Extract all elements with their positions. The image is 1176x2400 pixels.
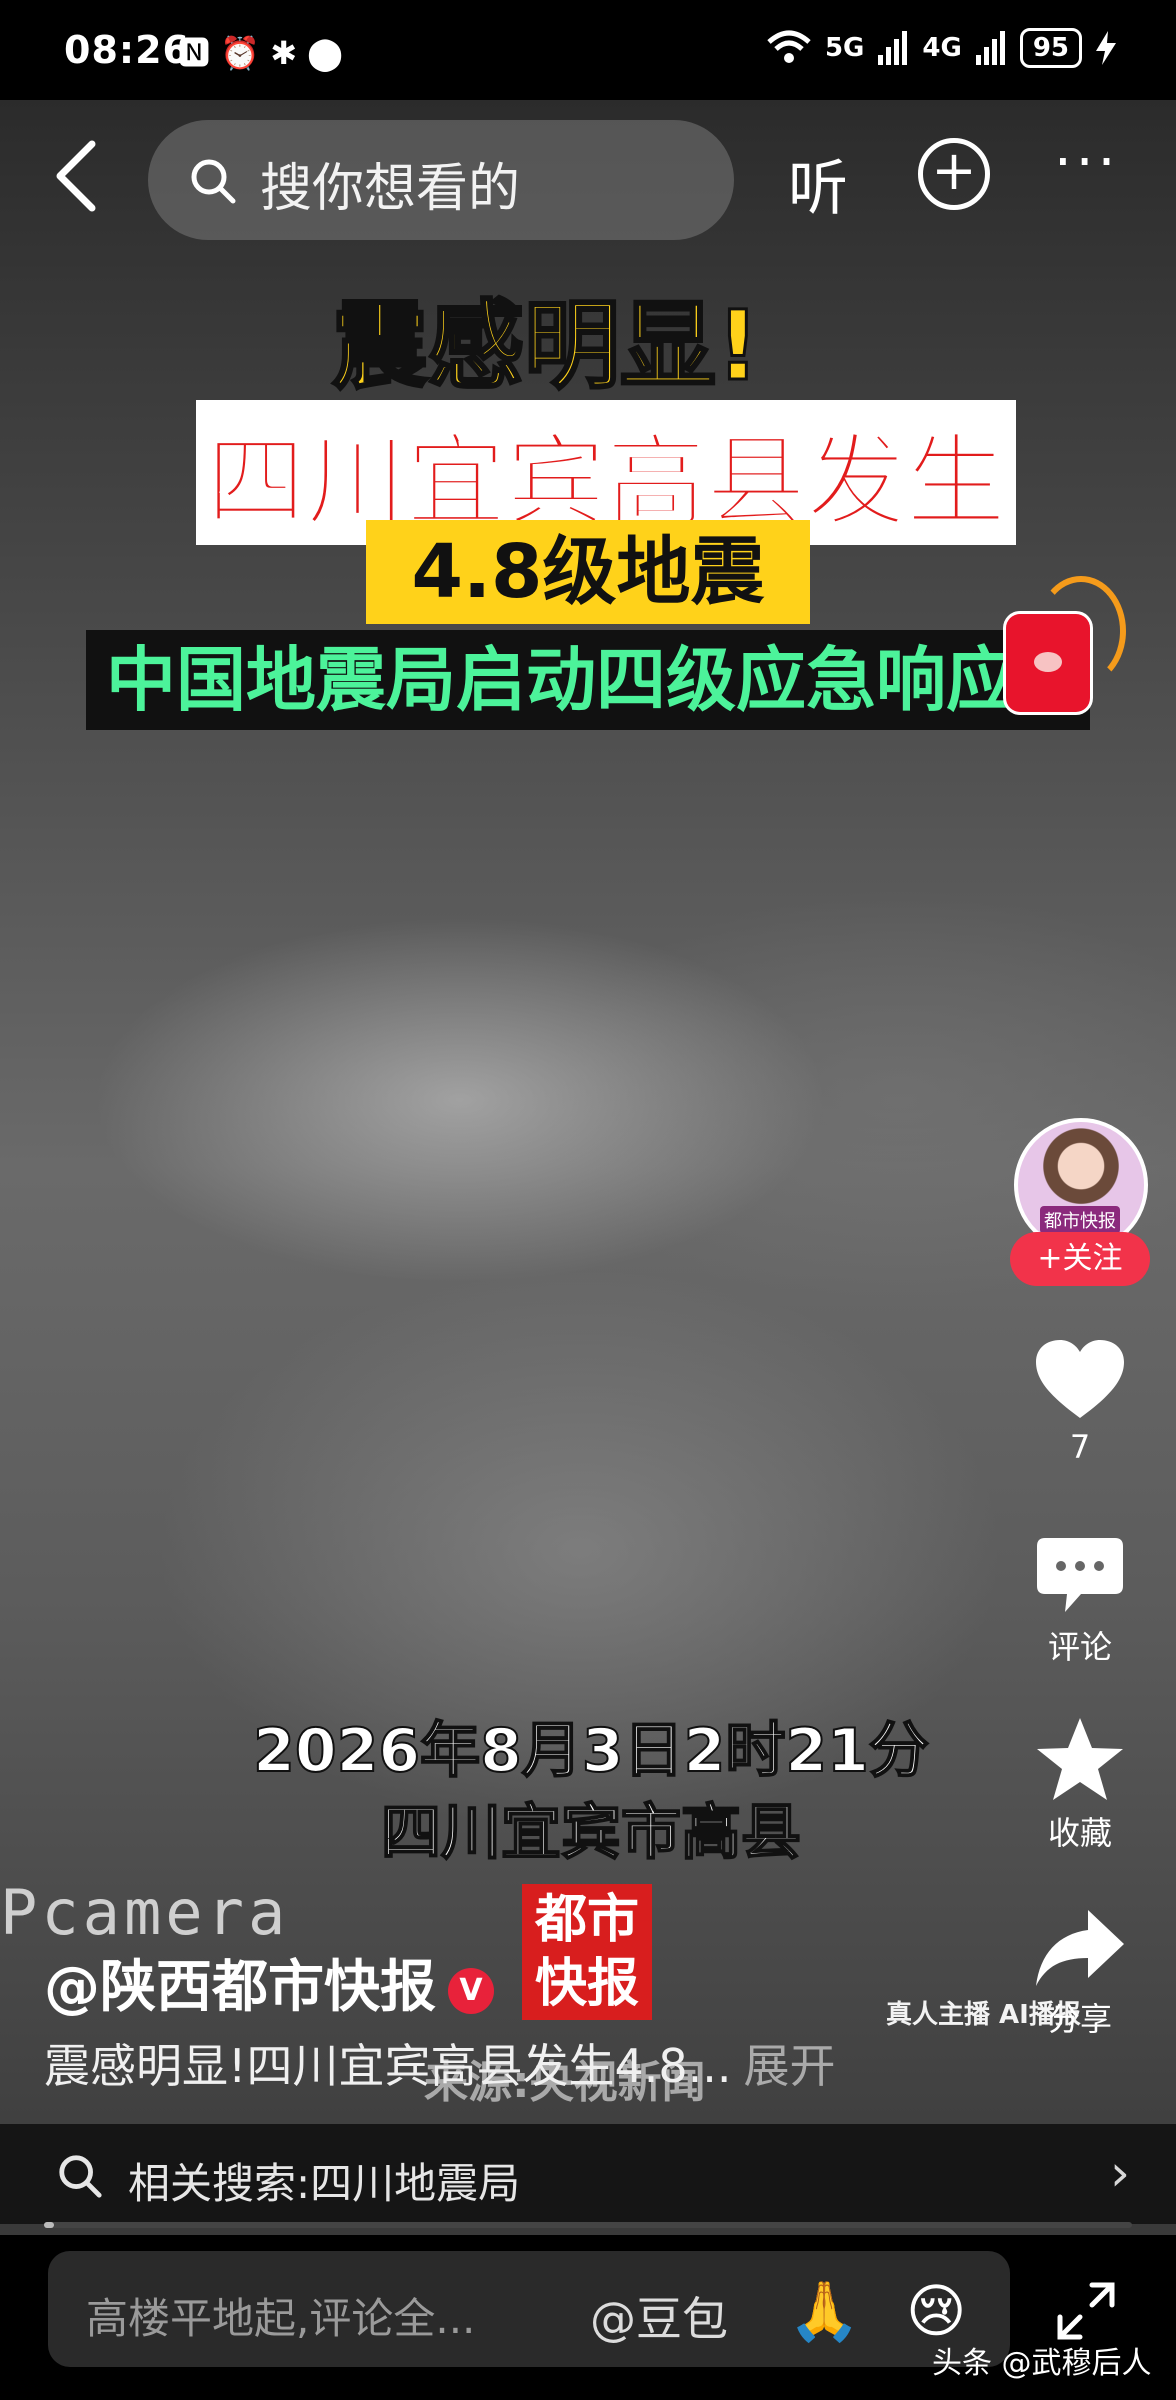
red-packet-icon[interactable] xyxy=(1006,614,1090,712)
share-button[interactable]: 分享 xyxy=(1020,1908,1140,2040)
caption-headline: 震感明显! xyxy=(331,289,762,404)
mention-doubao-button[interactable]: @豆包 xyxy=(590,2283,728,2349)
signal-bars-icon xyxy=(878,31,908,65)
signal-5g: 5G xyxy=(824,33,865,63)
related-search-text: 相关搜索:四川地震局 xyxy=(128,2159,521,2208)
video-progress-bar[interactable] xyxy=(44,2222,1132,2228)
star-icon xyxy=(1037,1718,1123,1800)
signal-4g: 4G xyxy=(922,33,962,63)
avatar-label: 都市快报 xyxy=(1040,1206,1120,1234)
verified-badge-icon: V xyxy=(448,1967,494,2014)
comment-input[interactable]: 高楼平地起,评论全... @豆包 🙏 😢 xyxy=(48,2251,1010,2367)
back-arrow-icon[interactable] xyxy=(48,136,108,216)
progress-fill xyxy=(44,2222,54,2228)
battery-indicator: 95 xyxy=(1019,28,1082,68)
status-right-icons: 5G 4G 95 xyxy=(767,28,1116,68)
author-name[interactable]: @陕西都市快报 xyxy=(44,1955,436,2020)
like-count: 7 xyxy=(1069,1428,1091,1466)
expand-button[interactable]: 展开 xyxy=(743,2039,835,2093)
wifi-icon xyxy=(767,30,811,63)
date-line: 2026年8月3日2时21分 xyxy=(252,1715,930,1787)
follow-button[interactable]: +关注 xyxy=(1010,1232,1150,1286)
signal-bars-icon-2 xyxy=(975,31,1005,65)
listen-button[interactable]: 听 xyxy=(788,140,848,227)
description-text: 震感明显!四川宜宾高县发生4.8... xyxy=(44,2039,732,2093)
favorite-label: 收藏 xyxy=(1047,1814,1112,1852)
more-button[interactable]: ··· xyxy=(1054,130,1119,195)
status-left-icons: 🅽 ⏰ ✱ ⬤ xyxy=(178,34,343,72)
heart-icon xyxy=(1036,1340,1124,1418)
caption-response: 中国地震局启动四级应急响应 xyxy=(86,630,1090,730)
post-author[interactable]: @陕西都市快报 V xyxy=(44,1942,494,2023)
search-icon xyxy=(59,2155,102,2198)
platform-watermark: 头条 @武穆后人 xyxy=(932,2346,1152,2381)
bolt-icon xyxy=(1096,31,1116,65)
like-button[interactable]: 7 xyxy=(1020,1338,1140,1466)
comment-button[interactable]: 评论 xyxy=(1020,1536,1140,1668)
video-date-caption: 2026年8月3日2时21分 四川宜宾市高县 xyxy=(246,1710,936,1874)
comment-label: 评论 xyxy=(1047,1628,1112,1666)
fullscreen-icon[interactable] xyxy=(1056,2281,1116,2341)
share-icon xyxy=(1036,1910,1124,1986)
status-time: 08:26 xyxy=(64,28,190,72)
publish-button[interactable]: + xyxy=(918,138,990,210)
place-line: 四川宜宾市高县 xyxy=(380,1797,802,1869)
status-bar: 08:26 🅽 ⏰ ✱ ⬤ 5G 4G 95 xyxy=(0,0,1176,100)
search-box[interactable]: 搜你想看的 xyxy=(148,120,734,240)
camera-watermark: Pcamera xyxy=(0,1876,290,1949)
chevron-right-icon: › xyxy=(1110,2144,1130,2202)
caption-magnitude: 4.8级地震 xyxy=(366,520,810,624)
comment-placeholder: 高楼平地起,评论全... xyxy=(86,2294,476,2343)
share-label: 分享 xyxy=(1047,2000,1112,2038)
favorite-button[interactable]: 收藏 xyxy=(1020,1716,1140,1854)
pray-emoji-button[interactable]: 🙏 xyxy=(788,2277,860,2346)
related-search-bar[interactable]: 相关搜索:四川地震局 › xyxy=(0,2124,1176,2224)
cry-emoji-button[interactable]: 😢 xyxy=(906,2277,966,2345)
dushi-kuaibao-logo: 都市快报 xyxy=(522,1884,652,2020)
comment-icon xyxy=(1037,1538,1123,1612)
post-description[interactable]: 震感明显!四川宜宾高县发生4.8... 展开 xyxy=(44,2030,835,2096)
top-nav: 搜你想看的 听 + ··· xyxy=(0,100,1176,270)
search-placeholder: 搜你想看的 xyxy=(260,159,521,219)
search-icon xyxy=(191,159,236,204)
